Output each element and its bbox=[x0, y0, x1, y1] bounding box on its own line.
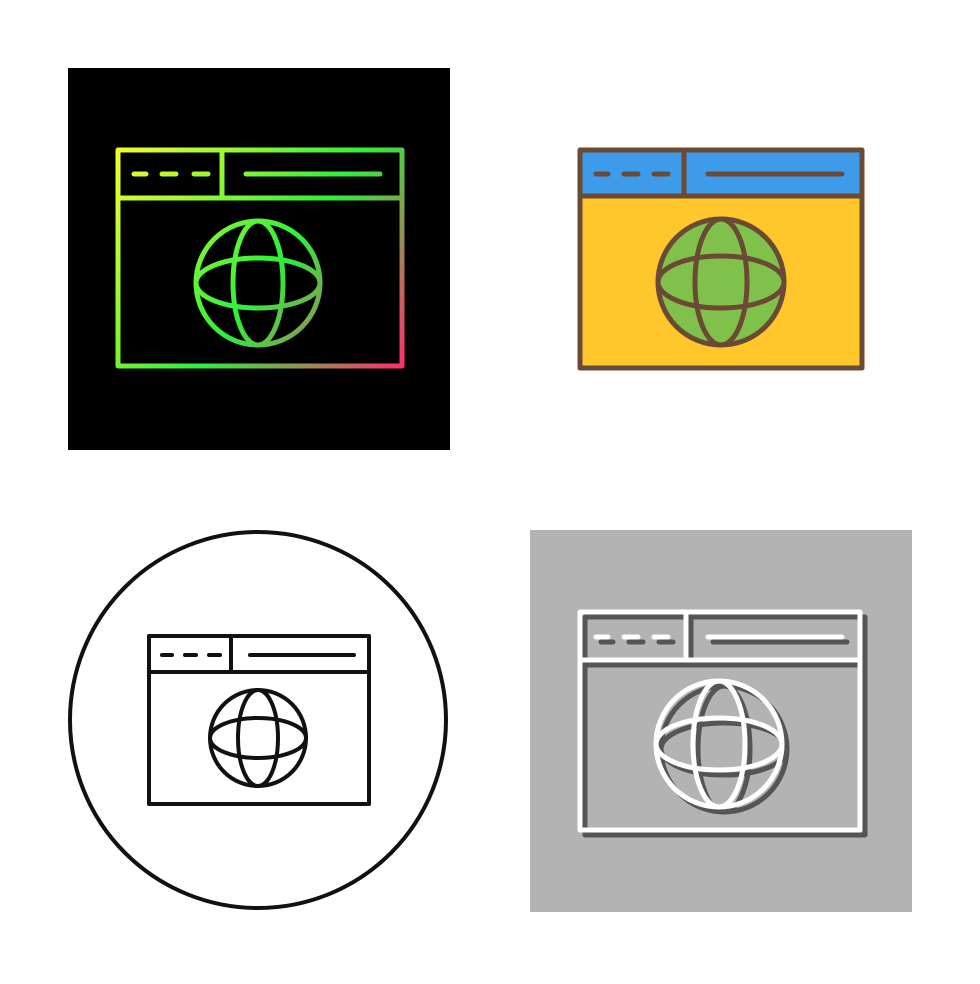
web-browser-outline-circle-icon bbox=[68, 530, 448, 910]
globe-icon bbox=[655, 216, 787, 348]
web-browser-gradient-icon bbox=[68, 68, 450, 450]
web-browser-gray-glyph-icon bbox=[530, 530, 912, 912]
icon-set-svg bbox=[68, 68, 912, 912]
web-browser-flat-color-icon bbox=[577, 147, 865, 371]
icon-set-canvas bbox=[0, 0, 980, 980]
